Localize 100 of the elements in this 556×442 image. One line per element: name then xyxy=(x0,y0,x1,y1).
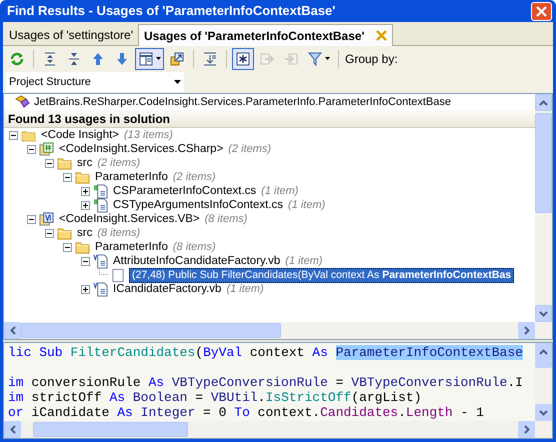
folder-icon xyxy=(75,240,90,254)
arrow-left-icon xyxy=(10,326,16,335)
item-count: (2 items) xyxy=(228,142,272,156)
vertical-scrollbar[interactable] xyxy=(535,94,552,322)
expand-toggle[interactable] xyxy=(81,186,90,196)
tree-item[interactable]: <CodeInsight.Services.VB> xyxy=(57,212,202,226)
arrow-up-icon xyxy=(539,348,548,354)
export-icon xyxy=(259,50,275,66)
scroll-down-button[interactable] xyxy=(535,404,552,421)
tree-item[interactable]: ICandidateFactory.vb xyxy=(111,282,224,296)
plus-icon xyxy=(83,188,88,194)
collapse-toggle[interactable] xyxy=(45,228,54,238)
caret-icon xyxy=(325,57,330,60)
code-preview: lic Sub FilterCandidates(ByVal context As ParameterInfoContextBase im conversionRule As VBTypeConversionRule = VBTypeConversionRule.I im strictOff As Boolean = VBUtil.IsStrictOff(argList) or iCandidate As Integer = 0 To context.Candidates.Length - 1 xyxy=(4,343,535,421)
tree-item[interactable]: <Code Insight> xyxy=(39,128,122,142)
document-icon xyxy=(111,268,126,282)
close-icon[interactable] xyxy=(376,30,388,41)
tree-item[interactable]: ParameterInfo xyxy=(93,170,170,184)
scroll-up-button[interactable] xyxy=(535,94,552,111)
item-count: (2 items) xyxy=(172,170,216,184)
tree-item[interactable]: <CodeInsight.Services.CSharp> xyxy=(57,142,226,156)
filter-icon xyxy=(307,50,323,66)
code-file-icon xyxy=(93,198,108,212)
scroll-left-button[interactable] xyxy=(4,322,21,339)
arrow-down-icon xyxy=(539,410,548,416)
code-file-icon xyxy=(93,184,108,198)
window-title: Find Results - Usages of 'ParameterInfoContextBase' xyxy=(7,2,336,20)
tree-item[interactable]: CSTypeArgumentsInfoContext.cs xyxy=(111,198,286,212)
close-icon xyxy=(536,6,547,16)
tree-item[interactable]: src xyxy=(75,156,94,170)
toolbar-button[interactable] xyxy=(232,48,254,70)
caret-icon xyxy=(174,80,181,84)
scroll-right-button[interactable] xyxy=(518,322,535,339)
arrow-up-icon xyxy=(90,50,106,66)
collapse-toggle[interactable] xyxy=(27,214,36,224)
arrow-left-icon xyxy=(10,425,16,434)
expand-all-icon xyxy=(42,50,58,66)
arrow-down-icon xyxy=(539,310,548,316)
project-icon xyxy=(39,212,54,226)
vertical-scrollbar[interactable] xyxy=(535,343,552,421)
minus-icon xyxy=(11,132,16,138)
minus-icon xyxy=(47,160,52,166)
collapse-all-icon xyxy=(66,50,82,66)
collapse-toggle[interactable] xyxy=(63,172,72,182)
horizontal-scrollbar[interactable] xyxy=(4,322,552,339)
item-count: (1 item) xyxy=(288,198,326,212)
scroll-thumb[interactable] xyxy=(535,113,552,213)
folder-icon xyxy=(57,226,72,240)
item-count: (1 item) xyxy=(285,254,323,268)
code-file-icon xyxy=(93,282,108,296)
expand-toggle[interactable] xyxy=(81,200,90,210)
collapse-toggle[interactable] xyxy=(9,130,18,140)
arrow-right-icon xyxy=(524,326,530,335)
item-count: (2 items) xyxy=(97,156,140,170)
tab[interactable]: Usages of 'settingstore' xyxy=(5,25,137,45)
collapse-toggle[interactable] xyxy=(63,242,72,252)
scroll-thumb[interactable] xyxy=(535,360,552,368)
group-by-dropdown[interactable]: Project Structure xyxy=(6,72,184,92)
import-icon xyxy=(283,50,299,66)
tree-item[interactable]: CSParameterInfoContext.cs xyxy=(111,184,258,198)
minus-icon xyxy=(65,244,70,250)
item-count: (13 items) xyxy=(124,128,173,142)
tree-item[interactable]: ParameterInfo xyxy=(93,240,170,254)
toolbar-button[interactable] xyxy=(135,48,164,70)
tab[interactable]: Usages of 'ParameterInfoContextBase' xyxy=(138,24,394,46)
merge-icon xyxy=(202,50,218,66)
group-by-label: Group by: xyxy=(345,50,398,68)
target-symbol: JetBrains.ReSharper.CodeInsight.Services.ParameterInfo.ParameterInfoContextBase xyxy=(34,94,451,110)
plus-icon xyxy=(83,202,88,208)
expand-toggle[interactable] xyxy=(81,284,90,294)
scroll-thumb[interactable] xyxy=(33,422,188,437)
code-file-icon xyxy=(93,254,108,268)
scroll-left-button[interactable] xyxy=(4,421,21,438)
project-icon xyxy=(39,142,54,156)
scroll-thumb[interactable] xyxy=(21,323,281,338)
horizontal-scrollbar[interactable] xyxy=(4,421,552,438)
caret-icon xyxy=(156,57,161,60)
selected-usage-row[interactable]: (27,48) Public Sub FilterCandidates(ByVal context As ParameterInfoContextBas xyxy=(129,268,514,282)
item-count: (1 item) xyxy=(261,184,298,198)
collapse-toggle[interactable] xyxy=(27,144,36,154)
scroll-right-button[interactable] xyxy=(518,421,535,438)
minus-icon xyxy=(29,216,34,222)
collapse-toggle[interactable] xyxy=(45,158,54,168)
item-count: (1 item) xyxy=(226,282,264,296)
minus-icon xyxy=(83,258,88,264)
navigate-icon xyxy=(169,50,185,66)
folder-icon xyxy=(75,170,90,184)
scroll-down-button[interactable] xyxy=(535,305,552,322)
arrow-right-icon xyxy=(524,425,530,434)
tree-item[interactable]: AttributeInfoCandidateFactory.vb xyxy=(111,254,282,268)
preview-pane-icon xyxy=(138,50,154,66)
arrow-up-icon xyxy=(539,100,548,106)
tree-item[interactable]: src xyxy=(75,226,94,240)
collapse-toggle[interactable] xyxy=(81,256,90,266)
item-count: (8 items) xyxy=(97,226,140,240)
refresh-icon xyxy=(9,50,25,66)
scroll-up-button[interactable] xyxy=(535,343,552,360)
arrow-down-icon xyxy=(114,50,130,66)
results-summary: Found 13 usages in solution xyxy=(8,110,170,128)
close-button[interactable] xyxy=(531,2,552,20)
